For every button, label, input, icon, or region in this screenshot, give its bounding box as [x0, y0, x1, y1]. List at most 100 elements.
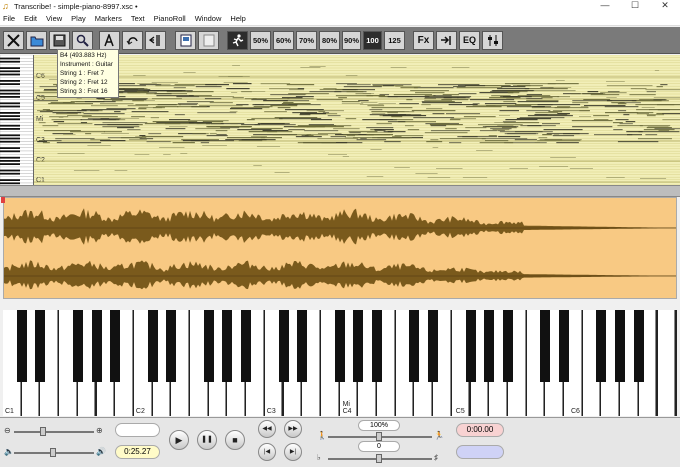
blank-view-icon	[203, 34, 214, 47]
zoom-out-icon[interactable]: ⊖	[4, 426, 11, 435]
open-button[interactable]	[26, 31, 47, 50]
position-field[interactable]: 0:25.27	[115, 445, 160, 459]
eq-button[interactable]: EQ	[459, 31, 480, 50]
black-key[interactable]	[35, 310, 46, 382]
zoom-slider-track[interactable]	[14, 431, 94, 433]
black-key[interactable]	[334, 310, 345, 382]
menu-text[interactable]: Text	[131, 14, 145, 23]
speed-90-button[interactable]: 90%	[342, 31, 361, 50]
black-key[interactable]	[278, 310, 289, 382]
piano-keyboard[interactable]: C1 C2 C3 Mi C4 C5 C6	[3, 310, 677, 416]
zoom-slider-thumb[interactable]	[40, 427, 46, 436]
black-key[interactable]	[372, 310, 382, 382]
black-key[interactable]	[110, 310, 121, 382]
pause-button[interactable]: ❚❚	[197, 430, 217, 450]
black-key[interactable]	[222, 310, 233, 382]
running-man-icon	[232, 34, 243, 47]
tooltip-string-1: String 1 : Fret 7	[60, 70, 105, 77]
white-key[interactable]	[657, 310, 676, 416]
black-key[interactable]	[166, 310, 177, 382]
black-key[interactable]	[596, 310, 607, 382]
black-key[interactable]	[241, 310, 252, 382]
black-key[interactable]	[502, 310, 513, 382]
black-key[interactable]	[409, 310, 420, 382]
speed-value[interactable]: 100%	[358, 420, 400, 431]
key-label-mid: Mi	[342, 401, 350, 408]
fx-button[interactable]: Fx	[413, 31, 434, 50]
loop-start-field[interactable]	[115, 423, 160, 437]
black-key[interactable]	[147, 310, 158, 382]
view-spectrum-button[interactable]	[175, 31, 196, 50]
split-icon	[148, 35, 160, 46]
forward-marker-button[interactable]	[436, 31, 457, 50]
close-file-button[interactable]	[3, 31, 24, 50]
tooltip-string-3: String 3 : Fret 16	[60, 88, 108, 95]
speed-125-button[interactable]: 125	[384, 31, 405, 50]
menu-play[interactable]: Play	[71, 14, 86, 23]
pane-divider[interactable]	[0, 185, 680, 197]
search-button[interactable]	[72, 31, 93, 50]
menu-help[interactable]: Help	[230, 14, 245, 23]
volume-high-icon[interactable]: 🔊	[96, 447, 106, 456]
running-man-small-icon: 🏃	[434, 431, 444, 440]
volume-slider-thumb[interactable]	[50, 448, 56, 457]
loop-button[interactable]	[122, 31, 143, 50]
zoom-in-icon[interactable]: ⊕	[96, 426, 103, 435]
fast-forward-button[interactable]: ▶▶	[284, 420, 302, 438]
minimize-button[interactable]: —	[590, 0, 620, 12]
previous-marker-button[interactable]: |◀	[258, 443, 276, 461]
pitch-slider-thumb[interactable]	[376, 454, 382, 463]
pitch-value[interactable]: 0	[358, 441, 400, 452]
black-key[interactable]	[16, 310, 27, 382]
magnifier-icon	[76, 34, 89, 47]
menu-pianoroll[interactable]: PianoRoll	[154, 14, 186, 23]
running-speed-button[interactable]	[227, 31, 248, 50]
menu-window[interactable]: Window	[195, 14, 222, 23]
menu-file[interactable]: File	[3, 14, 15, 23]
maximize-button[interactable]: ☐	[620, 0, 650, 12]
black-key[interactable]	[540, 310, 551, 382]
black-key[interactable]	[353, 310, 364, 382]
menu-markers[interactable]: Markers	[95, 14, 122, 23]
sharp-icon: ♯	[434, 453, 438, 462]
save-button[interactable]	[49, 31, 70, 50]
black-key[interactable]	[203, 310, 214, 382]
piano-roll-notes[interactable]	[34, 55, 680, 185]
split-button[interactable]	[145, 31, 166, 50]
transport-controls: ⊖ ⊕ 🔈 🔊 0:25.27 ▶ ❚❚ ■ ◀◀ ▶▶ |◀ ▶| 🚶 100…	[0, 417, 680, 467]
black-key[interactable]	[559, 310, 569, 382]
stop-button[interactable]: ■	[225, 430, 245, 450]
text-tool-button[interactable]	[99, 31, 120, 50]
speed-80-button[interactable]: 80%	[319, 31, 340, 50]
key-label-c2: C2	[135, 408, 145, 415]
speed-slider-thumb[interactable]	[376, 432, 382, 441]
menu-view[interactable]: View	[46, 14, 62, 23]
next-marker-button[interactable]: ▶|	[284, 443, 302, 461]
rewind-button[interactable]: ◀◀	[258, 420, 276, 438]
black-key[interactable]	[615, 310, 626, 382]
volume-low-icon[interactable]: 🔈	[4, 447, 14, 456]
mixer-button[interactable]	[482, 31, 503, 50]
black-key[interactable]	[297, 310, 308, 382]
piano-roll-keyboard[interactable]	[0, 55, 34, 185]
black-key[interactable]	[91, 310, 102, 382]
time-display[interactable]: 0:00.00	[456, 423, 504, 437]
menu-edit[interactable]: Edit	[24, 14, 37, 23]
playhead-marker[interactable]	[1, 197, 5, 203]
speed-60-button[interactable]: 60%	[273, 31, 294, 50]
black-key[interactable]	[428, 310, 439, 382]
close-button[interactable]: ✕	[650, 0, 680, 12]
black-key[interactable]	[633, 310, 644, 382]
speed-50-button[interactable]: 50%	[250, 31, 271, 50]
waveform-display[interactable]	[3, 197, 677, 299]
speed-100-button[interactable]: 100	[363, 31, 382, 50]
black-key[interactable]	[72, 310, 83, 382]
play-button[interactable]: ▶	[169, 430, 189, 450]
text-tool-icon	[103, 34, 114, 47]
black-key[interactable]	[465, 310, 476, 382]
window-controls: — ☐ ✕	[590, 0, 680, 12]
loop-end-field[interactable]	[456, 445, 504, 459]
view-blank-button[interactable]	[198, 31, 219, 50]
black-key[interactable]	[484, 310, 495, 382]
speed-70-button[interactable]: 70%	[296, 31, 317, 50]
